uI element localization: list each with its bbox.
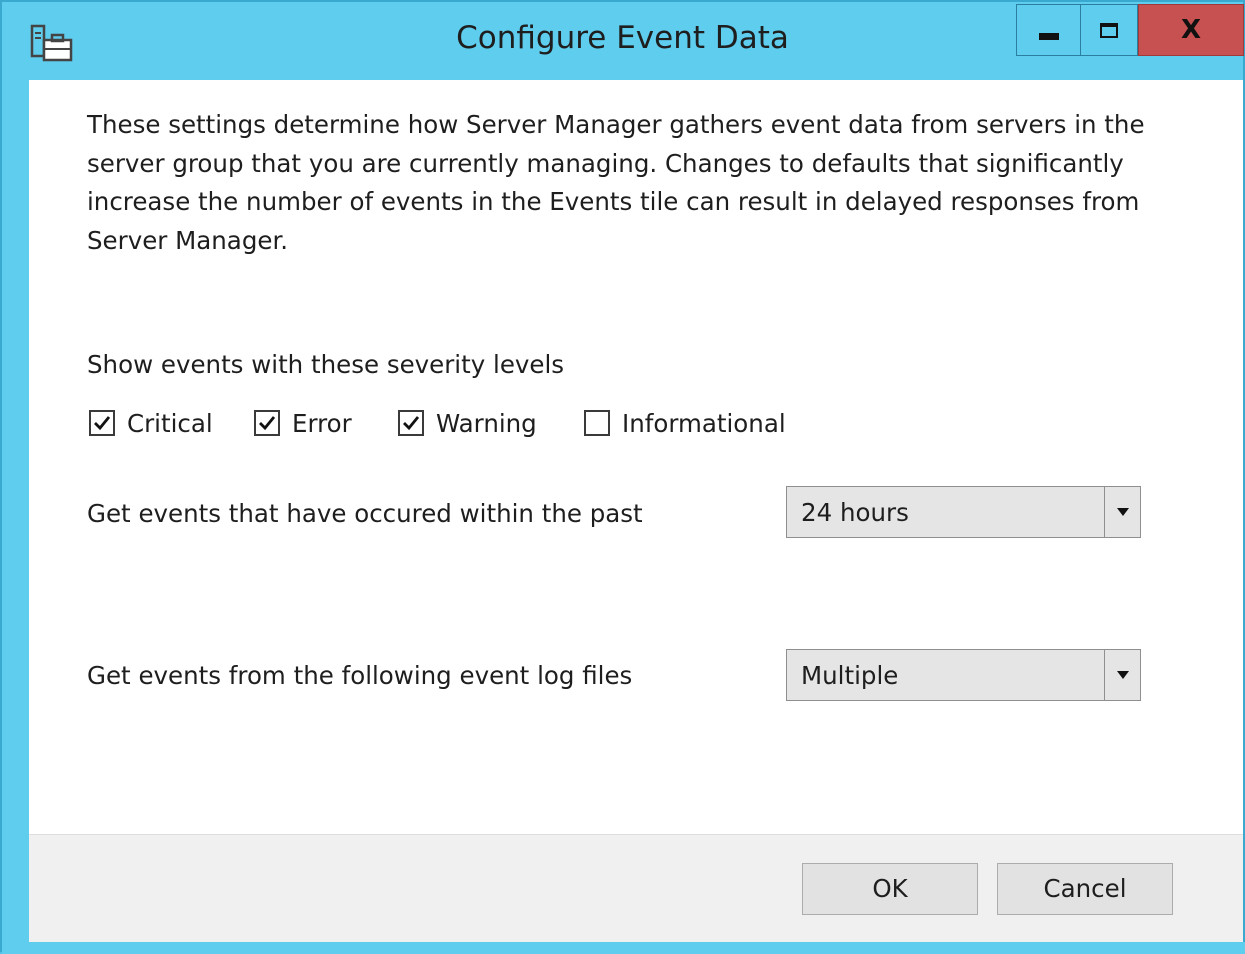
dialog-window: Configure Event Data X These settings de… <box>0 0 1245 954</box>
log-files-dropdown[interactable]: Multiple <box>786 649 1141 701</box>
checkbox-critical[interactable]: Critical <box>89 405 213 441</box>
button-bar: OK Cancel <box>29 834 1243 943</box>
dropdown-arrow-button[interactable] <box>1104 650 1140 700</box>
chevron-down-icon <box>1116 508 1129 516</box>
window-border-bottom <box>2 942 1245 954</box>
time-range-dropdown[interactable]: 24 hours <box>786 486 1141 538</box>
close-icon: X <box>1180 15 1202 45</box>
description-text: These settings determine how Server Mana… <box>87 110 1145 255</box>
checkbox-label: Informational <box>622 408 786 438</box>
checkmark-icon <box>259 416 276 431</box>
checkbox-label: Critical <box>127 408 213 438</box>
checkbox-box[interactable] <box>89 410 115 436</box>
cancel-button[interactable]: Cancel <box>997 863 1173 915</box>
checkmark-icon <box>403 416 420 431</box>
minimize-button[interactable] <box>1016 4 1080 56</box>
checkbox-informational[interactable]: Informational <box>584 405 786 441</box>
log-files-value: Multiple <box>801 661 899 690</box>
checkbox-box[interactable] <box>398 410 424 436</box>
checkbox-box[interactable] <box>254 410 280 436</box>
maximize-button[interactable] <box>1080 4 1138 56</box>
checkbox-box[interactable] <box>584 410 610 436</box>
ok-button[interactable]: OK <box>802 863 978 915</box>
time-range-label: Get events that have occured within the … <box>87 499 643 528</box>
log-files-label: Get events from the following event log … <box>87 661 633 690</box>
checkbox-error[interactable]: Error <box>254 405 352 441</box>
chevron-down-icon <box>1116 671 1129 679</box>
checkmark-icon <box>94 416 111 431</box>
checkbox-label: Warning <box>436 408 537 438</box>
close-button[interactable]: X <box>1138 4 1244 56</box>
title-bar[interactable]: Configure Event Data X <box>2 2 1244 80</box>
checkbox-warning[interactable]: Warning <box>398 405 537 441</box>
minimize-icon <box>1038 32 1059 40</box>
time-range-value: 24 hours <box>801 498 909 527</box>
severity-label: Show events with these severity levels <box>87 350 565 379</box>
checkbox-label: Error <box>292 408 352 438</box>
maximize-icon <box>1100 22 1118 38</box>
dropdown-arrow-button[interactable] <box>1104 487 1140 537</box>
